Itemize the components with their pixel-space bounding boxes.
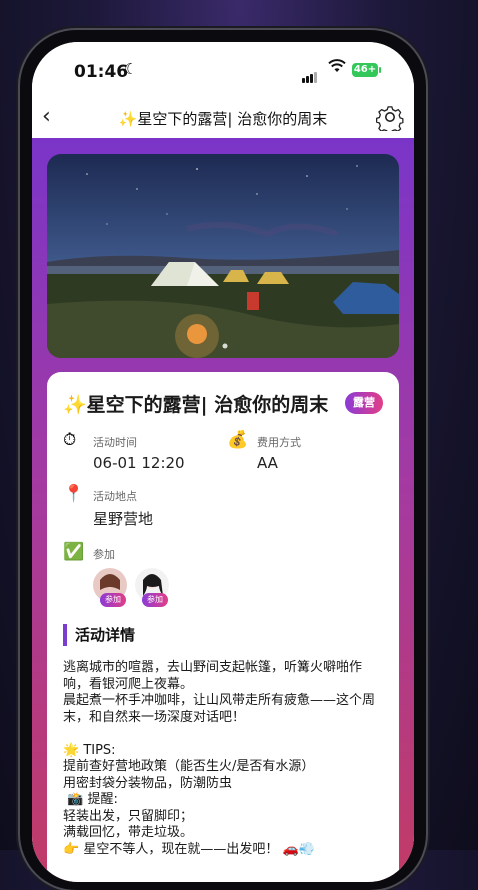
battery-indicator: 46+	[352, 63, 381, 77]
status-time: 01:46	[74, 62, 129, 82]
time-value: 06-01 12:20	[93, 454, 185, 472]
location-pin-icon: 📍	[63, 484, 85, 504]
check-mark-icon: ✅	[63, 542, 85, 562]
banner-image	[47, 154, 399, 358]
location-value[interactable]: 星野营地	[93, 508, 153, 529]
fee-label: 费用方式	[257, 436, 301, 449]
nav-title: ✨星空下的露营| 治愈你的周末	[118, 110, 328, 128]
nav-bar: ‹ ✨星空下的露营| 治愈你的周末	[32, 98, 414, 139]
content-area: ✨星空下的露营| 治愈你的周末 露营 ⏱ 活动时间 06-01 12:20 💰 …	[32, 138, 414, 882]
time-label: 活动时间	[93, 436, 137, 449]
clock-icon: ⏱	[63, 430, 77, 450]
participant-tag: 参加	[142, 593, 168, 607]
screen: 01:46 ☾ 46+ ‹ ✨星空下的露营| 治愈你的周末 ✨星空下的露营| 治…	[32, 42, 414, 882]
participants-label: 参加	[93, 548, 115, 561]
cellular-signal-icon	[302, 64, 318, 83]
details-heading: 活动详情	[63, 624, 135, 646]
status-bar: 01:46 ☾ 46+	[32, 42, 414, 98]
category-badge: 露营	[345, 392, 383, 414]
location-label: 活动地点	[93, 490, 137, 503]
fee-value: AA	[257, 454, 278, 472]
phone-frame: 01:46 ☾ 46+ ‹ ✨星空下的露营| 治愈你的周末 ✨星空下的露营| 治…	[20, 30, 426, 890]
details-text: 逃离城市的喧嚣，去山野间支起帐篷，听篝火噼啪作响，看银河爬上夜幕。 晨起煮一杯手…	[63, 660, 376, 857]
event-card: ✨星空下的露营| 治愈你的周末 露营 ⏱ 活动时间 06-01 12:20 💰 …	[47, 372, 399, 882]
moon-icon: ☾	[124, 60, 138, 78]
event-title: ✨星空下的露营| 治愈你的周末	[63, 394, 329, 416]
settings-gear-icon[interactable]	[376, 103, 404, 135]
wifi-icon	[328, 58, 346, 78]
back-button[interactable]: ‹	[42, 104, 51, 129]
participant-tag: 参加	[100, 593, 126, 607]
money-bag-icon: 💰	[227, 430, 249, 450]
